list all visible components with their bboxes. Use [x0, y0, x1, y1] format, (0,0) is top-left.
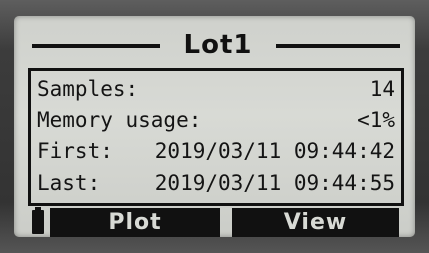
memory-usage-value: <1% [357, 108, 395, 132]
page-title: Lot1 [183, 30, 253, 60]
first-value: 2019/03/11 09:44:42 [154, 139, 395, 163]
info-panel: Samples: 14 Memory usage: <1% First: 201… [28, 68, 404, 206]
softkey-bar: Plot View [28, 206, 402, 237]
title-rule-right [276, 44, 400, 48]
samples-label: Samples: [37, 77, 139, 101]
last-row: Last: 2019/03/11 09:44:55 [37, 168, 395, 198]
view-softkey[interactable]: View [232, 208, 399, 237]
device-bezel: Lot1 Samples: 14 Memory usage: <1% First… [0, 0, 429, 253]
battery-icon [32, 207, 44, 234]
title-row: Lot1 [24, 28, 405, 62]
samples-value: 14 [369, 77, 395, 101]
last-label: Last: [37, 171, 101, 195]
title-rule-left [32, 44, 160, 48]
first-row: First: 2019/03/11 09:44:42 [37, 136, 395, 166]
last-value: 2019/03/11 09:44:55 [154, 171, 395, 195]
samples-row: Samples: 14 [37, 74, 395, 104]
lcd-screen: Lot1 Samples: 14 Memory usage: <1% First… [14, 16, 415, 237]
memory-usage-row: Memory usage: <1% [37, 105, 395, 135]
first-label: First: [37, 139, 113, 163]
plot-softkey[interactable]: Plot [50, 208, 220, 237]
memory-usage-label: Memory usage: [37, 108, 202, 132]
